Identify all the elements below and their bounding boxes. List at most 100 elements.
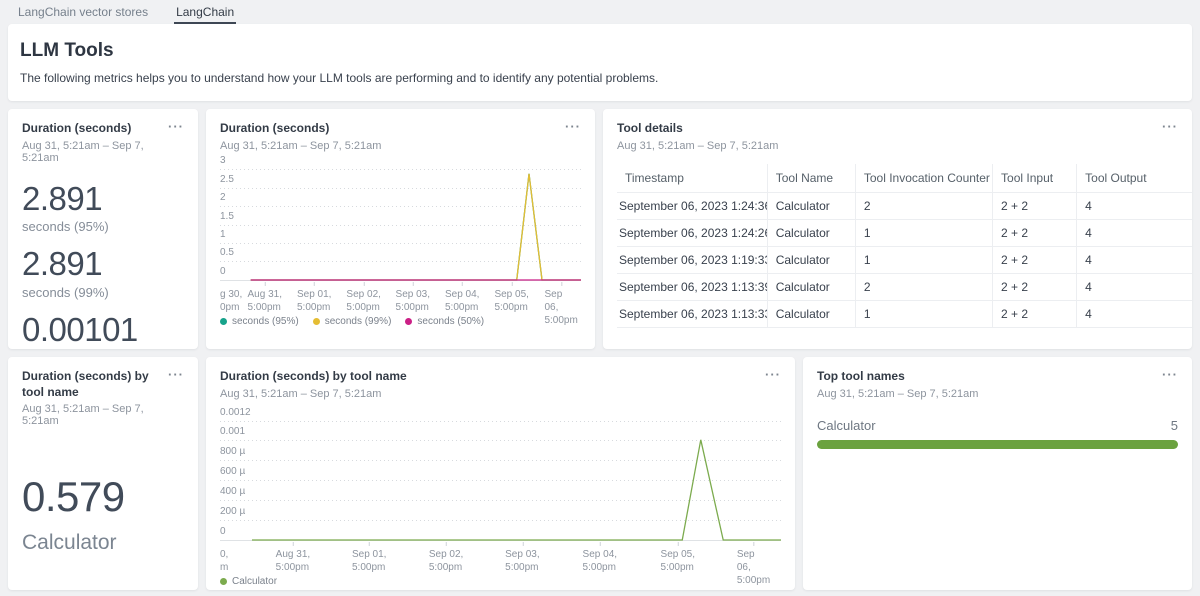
x-axis-tick: Sep 06, 5:00pm [737,548,770,587]
table-column-header: Timestamp [617,164,767,193]
cell-tool-name: Calculator [767,192,855,219]
table-row: September 06, 2023 1:19:33 Calculator 1 … [617,246,1192,273]
query-value-group: 0.00101 seconds (50%) [22,313,184,349]
cell-invocation-counter: 1 [855,219,992,246]
legend-label: seconds (99%) [325,316,392,327]
cell-timestamp: September 06, 2023 1:13:33 [617,300,767,327]
card-title: Top tool names [817,369,1156,385]
card-title: Duration (seconds) by tool name [220,369,759,385]
query-value-group: 2.891 seconds (95%) [22,182,184,235]
x-axis-tick: Sep 01, 5:00pm [297,288,331,314]
cell-tool-name: Calculator [767,219,855,246]
query-value: 2.891 [22,182,184,217]
duration-line-chart: 32.521.510.50 g 30, 0pm Aug 31, 5:00pm Sep… [220,168,581,327]
card-duration-chart: Duration (seconds) Aug 31, 5:21am – Sep … [206,109,595,349]
cell-invocation-counter: 2 [855,273,992,300]
x-axis-tick: 0, m [220,548,228,574]
cell-invocation-counter: 2 [855,192,992,219]
query-value: 2.891 [22,247,184,282]
table-column-header: Tool Input [993,164,1077,193]
x-axis-tick: Sep 03, 5:00pm [505,548,539,574]
query-value-list: 2.891 seconds (95%) 2.891 seconds (99%) … [22,182,184,349]
x-axis-tick: g 30, 0pm [220,288,242,314]
cell-tool-input: 2 + 2 [993,300,1077,327]
card-title: Duration (seconds) by tool name [22,369,162,400]
card-top-tool-names: Top tool names Aug 31, 5:21am – Sep 7, 5… [803,357,1192,590]
legend-dot-icon [405,318,412,325]
cell-tool-input: 2 + 2 [993,219,1077,246]
x-axis-tick: Sep 05, 5:00pm [494,288,528,314]
legend-item[interactable]: Calculator [220,576,277,587]
top-list: Calculator 5 [817,418,1178,449]
card-time-range: Aug 31, 5:21am – Sep 7, 5:21am [22,140,162,164]
tab-langchain[interactable]: LangChain [174,1,236,24]
cell-timestamp: September 06, 2023 1:19:33 [617,246,767,273]
page-title: LLM Tools [20,40,1180,62]
card-time-range: Aug 31, 5:21am – Sep 7, 5:21am [817,388,1156,400]
legend-item[interactable]: seconds (95%) [220,316,299,327]
table-row: September 06, 2023 1:13:39 Calculator 2 … [617,273,1192,300]
x-axis-tick: Aug 31, 5:00pm [276,548,310,574]
top-list-item: Calculator 5 [817,418,1178,449]
x-axis-tick: Sep 04, 5:00pm [445,288,479,314]
x-axis-tick: Sep 01, 5:00pm [352,548,386,574]
legend-dot-icon [220,318,227,325]
table-row: September 06, 2023 1:13:33 Calculator 1 … [617,300,1192,327]
query-value-label: seconds (99%) [22,285,184,300]
top-list-value: 5 [1171,418,1178,433]
table-body: September 06, 2023 1:24:36 Calculator 2 … [617,192,1192,327]
cell-tool-name: Calculator [767,246,855,273]
query-value: 0.579 [22,473,184,521]
card-duration-by-tool: Duration (seconds) by tool name Aug 31, … [8,357,198,590]
legend-item[interactable]: seconds (50%) [405,316,484,327]
card-time-range: Aug 31, 5:21am – Sep 7, 5:21am [22,403,162,427]
ellipsis-menu-icon[interactable]: ··· [565,119,581,134]
cell-timestamp: September 06, 2023 1:24:26 [617,219,767,246]
cell-tool-output: 4 [1077,246,1192,273]
card-title: Duration (seconds) [22,121,162,137]
x-axis-tick: Sep 06, 5:00pm [544,288,577,327]
cell-tool-input: 2 + 2 [993,192,1077,219]
chart-x-axis: g 30, 0pm Aug 31, 5:00pm Sep 01, 5:00pm Sep… [220,284,581,314]
cell-timestamp: September 06, 2023 1:24:36 [617,192,767,219]
ellipsis-menu-icon[interactable]: ··· [1162,119,1178,134]
ellipsis-menu-icon[interactable]: ··· [168,367,184,382]
table-column-header: Tool Name [767,164,855,193]
page-description: The following metrics helps you to under… [20,71,1180,85]
card-title: Duration (seconds) [220,121,559,137]
x-axis-tick: Sep 02, 5:00pm [346,288,380,314]
legend-label: seconds (50%) [417,316,484,327]
table-row: September 06, 2023 1:24:36 Calculator 2 … [617,192,1192,219]
ellipsis-menu-icon[interactable]: ··· [168,119,184,134]
card-duration-by-tool-chart: Duration (seconds) by tool name Aug 31, … [206,357,795,590]
chart-plot: 32.521.510.50 [220,168,581,280]
cell-tool-output: 4 [1077,300,1192,327]
ellipsis-menu-icon[interactable]: ··· [1162,367,1178,382]
top-list-label: Calculator [817,418,876,433]
query-value-label: Calculator [22,531,184,555]
chart-x-axis: 0, mAug 31, 5:00pmSep 01, 5:00pmSep 02, … [220,544,781,574]
x-axis-tick: Sep 05, 5:00pm [661,548,695,574]
cell-tool-output: 4 [1077,192,1192,219]
ellipsis-menu-icon[interactable]: ··· [765,367,781,382]
x-axis-tick: Sep 03, 5:00pm [396,288,430,314]
cell-tool-input: 2 + 2 [993,246,1077,273]
x-axis-tick: Aug 31, 5:00pm [248,288,282,314]
cell-timestamp: September 06, 2023 1:13:39 [617,273,767,300]
tab-langchain-vector-stores[interactable]: LangChain vector stores [16,1,150,24]
cell-tool-input: 2 + 2 [993,273,1077,300]
legend-dot-icon [220,578,227,585]
tool-details-table: TimestampTool NameTool Invocation Counte… [617,164,1178,328]
cell-tool-name: Calculator [767,273,855,300]
query-value-label: seconds (95%) [22,219,184,234]
card-tool-details: Tool details Aug 31, 5:21am – Sep 7, 5:2… [603,109,1192,349]
chart-legend: Calculator [220,576,781,587]
x-axis-tick: Sep 04, 5:00pm [583,548,617,574]
query-value-group: 2.891 seconds (99%) [22,247,184,300]
top-list-bar [817,440,1178,449]
card-title: Tool details [617,121,1156,137]
page-header: LLM Tools The following metrics helps yo… [8,24,1192,101]
legend-item[interactable]: seconds (99%) [313,316,392,327]
cell-invocation-counter: 1 [855,300,992,327]
cell-invocation-counter: 1 [855,246,992,273]
